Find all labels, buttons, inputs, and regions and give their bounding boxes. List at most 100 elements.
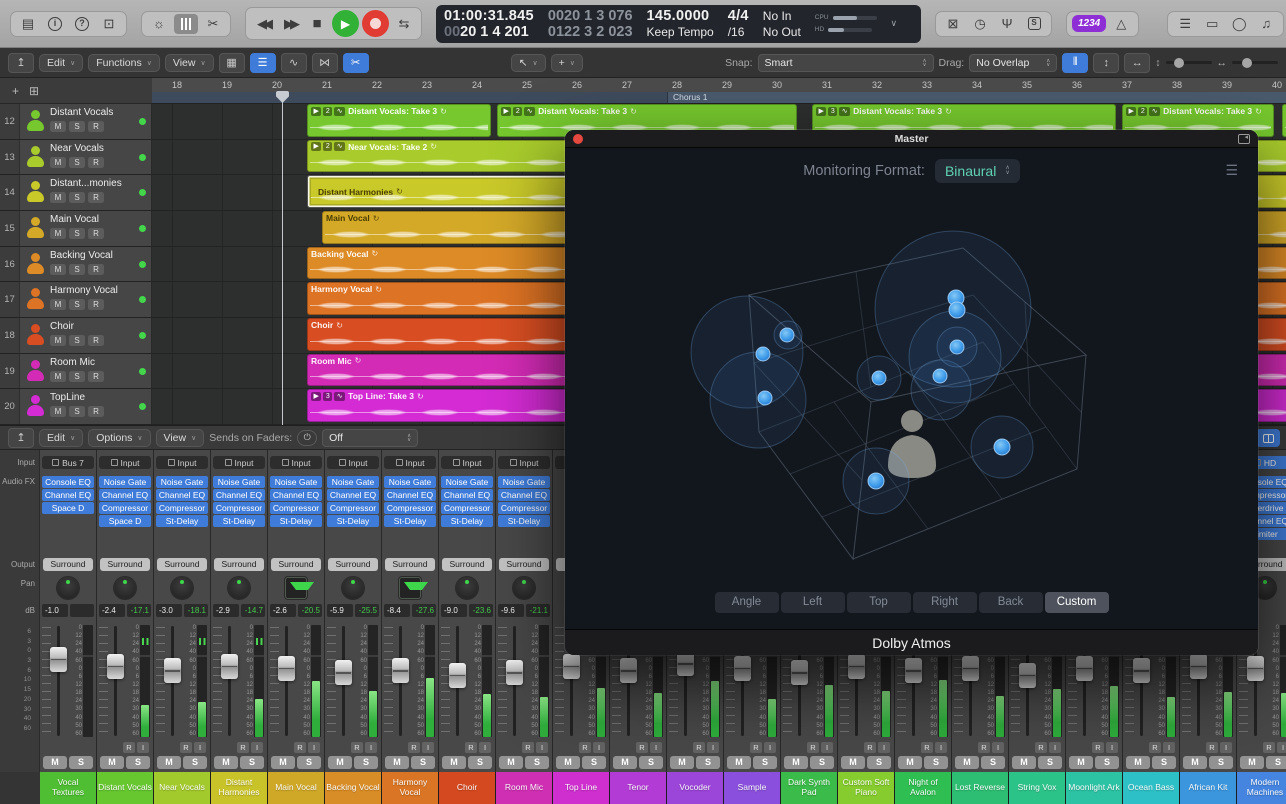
channel-name-plate[interactable]: Vocal Textures bbox=[40, 772, 96, 804]
track-msr-button[interactable]: R bbox=[88, 370, 104, 382]
track-name[interactable]: Backing Vocal bbox=[50, 250, 137, 261]
mute-solo-button[interactable]: M bbox=[1126, 756, 1150, 769]
record-input-button[interactable]: I bbox=[1220, 742, 1232, 753]
input-button[interactable]: Input bbox=[327, 456, 379, 469]
volume-db-value[interactable]: -9.6 bbox=[498, 604, 524, 617]
record-input-button[interactable]: I bbox=[992, 742, 1004, 753]
track-name[interactable]: Harmony Vocal bbox=[50, 285, 137, 296]
channel-name-plate[interactable]: Lost Reverse bbox=[952, 772, 1008, 804]
pan-knob[interactable] bbox=[399, 577, 428, 599]
output-button[interactable]: Surround bbox=[100, 558, 150, 571]
audio-fx-slot[interactable]: Compressor bbox=[498, 502, 550, 514]
atmos-menu-icon[interactable]: ☰ bbox=[1225, 162, 1238, 179]
pan-knob[interactable] bbox=[513, 577, 535, 599]
track-msr-button[interactable]: R bbox=[88, 121, 104, 132]
audio-fx-slot[interactable]: Channel EQ bbox=[270, 489, 322, 501]
audio-fx-slot[interactable]: Channel EQ bbox=[498, 489, 550, 501]
record-input-button[interactable]: I bbox=[935, 742, 947, 753]
record-input-button[interactable]: I bbox=[593, 742, 605, 753]
fader-cap[interactable] bbox=[563, 653, 580, 679]
audio-fx-slot[interactable]: Noise Gate bbox=[498, 476, 550, 488]
audio-fx-slot[interactable]: Noise Gate bbox=[327, 476, 379, 488]
marker-strip[interactable]: Chorus 1 bbox=[152, 92, 1286, 104]
automation-icon[interactable]: ∿ bbox=[280, 52, 307, 73]
lcd-chevron-icon[interactable]: ∨ bbox=[891, 18, 898, 29]
channel-name-plate[interactable]: Moonlight Ark bbox=[1066, 772, 1122, 804]
record-input-button[interactable]: R bbox=[123, 742, 135, 753]
fader-area[interactable]: 0122440600612182430405060 bbox=[211, 624, 267, 738]
pan-control[interactable] bbox=[496, 574, 552, 602]
audio-fx-slot[interactable]: Noise Gate bbox=[441, 476, 493, 488]
sound-object[interactable] bbox=[779, 327, 795, 343]
editors-icon[interactable]: ✂ bbox=[201, 14, 225, 34]
add-track-button[interactable]: + bbox=[12, 84, 19, 98]
audio-fx-slot[interactable]: St-Delay bbox=[270, 515, 322, 527]
fader-cap[interactable] bbox=[164, 658, 181, 684]
pan-control[interactable] bbox=[154, 574, 210, 602]
marker-chorus[interactable]: Chorus 1 bbox=[667, 92, 1286, 103]
record-input-button[interactable]: I bbox=[650, 742, 662, 753]
input-button[interactable]: Bus 7 bbox=[42, 456, 94, 469]
track-msr-button[interactable]: S bbox=[69, 299, 85, 311]
track-msr-button[interactable]: R bbox=[88, 156, 104, 168]
record-input-button[interactable]: R bbox=[750, 742, 762, 753]
track-name[interactable]: Choir bbox=[50, 321, 137, 332]
output-button[interactable]: Surround bbox=[214, 558, 264, 571]
mute-solo-button[interactable]: M bbox=[841, 756, 865, 769]
sound-object[interactable] bbox=[871, 370, 887, 386]
record-input-button[interactable]: I bbox=[1163, 742, 1175, 753]
monitoring-format-select[interactable]: Binaural ∧ ∨ bbox=[934, 159, 1020, 183]
track-msr-button[interactable]: S bbox=[69, 121, 85, 132]
fader-track[interactable] bbox=[57, 626, 60, 736]
smart-controls-icon[interactable]: ☼ bbox=[147, 14, 171, 34]
record-input-button[interactable]: I bbox=[422, 742, 434, 753]
track-header[interactable]: 16 Backing Vocal MSR bbox=[0, 246, 152, 282]
autopunch-icon[interactable]: ◷ bbox=[968, 14, 992, 34]
channel-strip[interactable]: Input Noise Gate Channel EQ Compressor St-D… bbox=[439, 450, 495, 772]
pan-control[interactable] bbox=[325, 574, 381, 602]
record-input-button[interactable]: I bbox=[536, 742, 548, 753]
take-folder-chips[interactable]: ▶ 3 ∿ bbox=[311, 391, 346, 401]
record-input-button[interactable]: I bbox=[764, 742, 776, 753]
track-header[interactable]: 20 TopLine MSR bbox=[0, 389, 152, 425]
track-msr-button[interactable]: S bbox=[69, 192, 85, 204]
fader-area[interactable]: 0122440600612182430405060 bbox=[97, 624, 153, 738]
audio-region[interactable]: ▶2∿ Distant Vocals: Take 3 ↻ bbox=[1282, 104, 1286, 137]
channel-name-plate[interactable]: Tenor bbox=[610, 772, 666, 804]
pan-control[interactable] bbox=[268, 574, 324, 602]
channel-strip[interactable]: Input Noise Gate Channel EQ Compressor Spac… bbox=[97, 450, 153, 772]
audio-fx-slot[interactable]: St-Delay bbox=[213, 515, 265, 527]
mute-solo-button[interactable]: M bbox=[670, 756, 694, 769]
track-msr-button[interactable]: M bbox=[50, 370, 66, 382]
sound-object[interactable] bbox=[993, 438, 1011, 456]
output-button[interactable]: Surround bbox=[442, 558, 492, 571]
record-input-button[interactable]: R bbox=[693, 742, 705, 753]
channel-strip[interactable]: Input Noise Gate Channel EQ Compressor St-D… bbox=[382, 450, 438, 772]
channel-name-plate[interactable]: Near Vocals bbox=[154, 772, 210, 804]
output-button[interactable]: Surround bbox=[157, 558, 207, 571]
audio-fx-slot[interactable]: Compressor bbox=[99, 502, 151, 514]
sound-object[interactable] bbox=[949, 339, 965, 355]
replace-mode-icon[interactable]: ⊠ bbox=[941, 14, 965, 34]
close-icon[interactable] bbox=[573, 133, 583, 144]
mute-solo-button[interactable]: M bbox=[1069, 756, 1093, 769]
stop-button[interactable]: ■ bbox=[305, 14, 329, 34]
track-input-monitor-dot[interactable] bbox=[139, 260, 146, 268]
fader-cap[interactable] bbox=[905, 658, 922, 684]
metronome-icon[interactable]: △ bbox=[1109, 14, 1133, 34]
atmos-3d-scene[interactable] bbox=[565, 192, 1258, 587]
audio-fx-slot[interactable]: St-Delay bbox=[327, 515, 379, 527]
mute-solo-button[interactable]: S bbox=[867, 756, 891, 769]
audio-fx-slot[interactable]: St-Delay bbox=[156, 515, 208, 527]
view-angle-button[interactable]: Custom bbox=[1044, 592, 1109, 613]
audio-fx-slot[interactable]: St-Delay bbox=[441, 515, 493, 527]
fader-cap[interactable] bbox=[449, 662, 466, 688]
fader-cap[interactable] bbox=[1247, 655, 1264, 681]
record-input-button[interactable]: R bbox=[579, 742, 591, 753]
record-input-button[interactable]: R bbox=[237, 742, 249, 753]
duplicate-track-button[interactable]: ⊞ bbox=[29, 84, 39, 98]
sends-power-icon[interactable]: ⏻ bbox=[297, 429, 318, 446]
mute-solo-button[interactable]: M bbox=[613, 756, 637, 769]
track-header[interactable]: 17 Harmony Vocal MSR bbox=[0, 282, 152, 318]
track-msr-button[interactable]: R bbox=[88, 192, 104, 204]
